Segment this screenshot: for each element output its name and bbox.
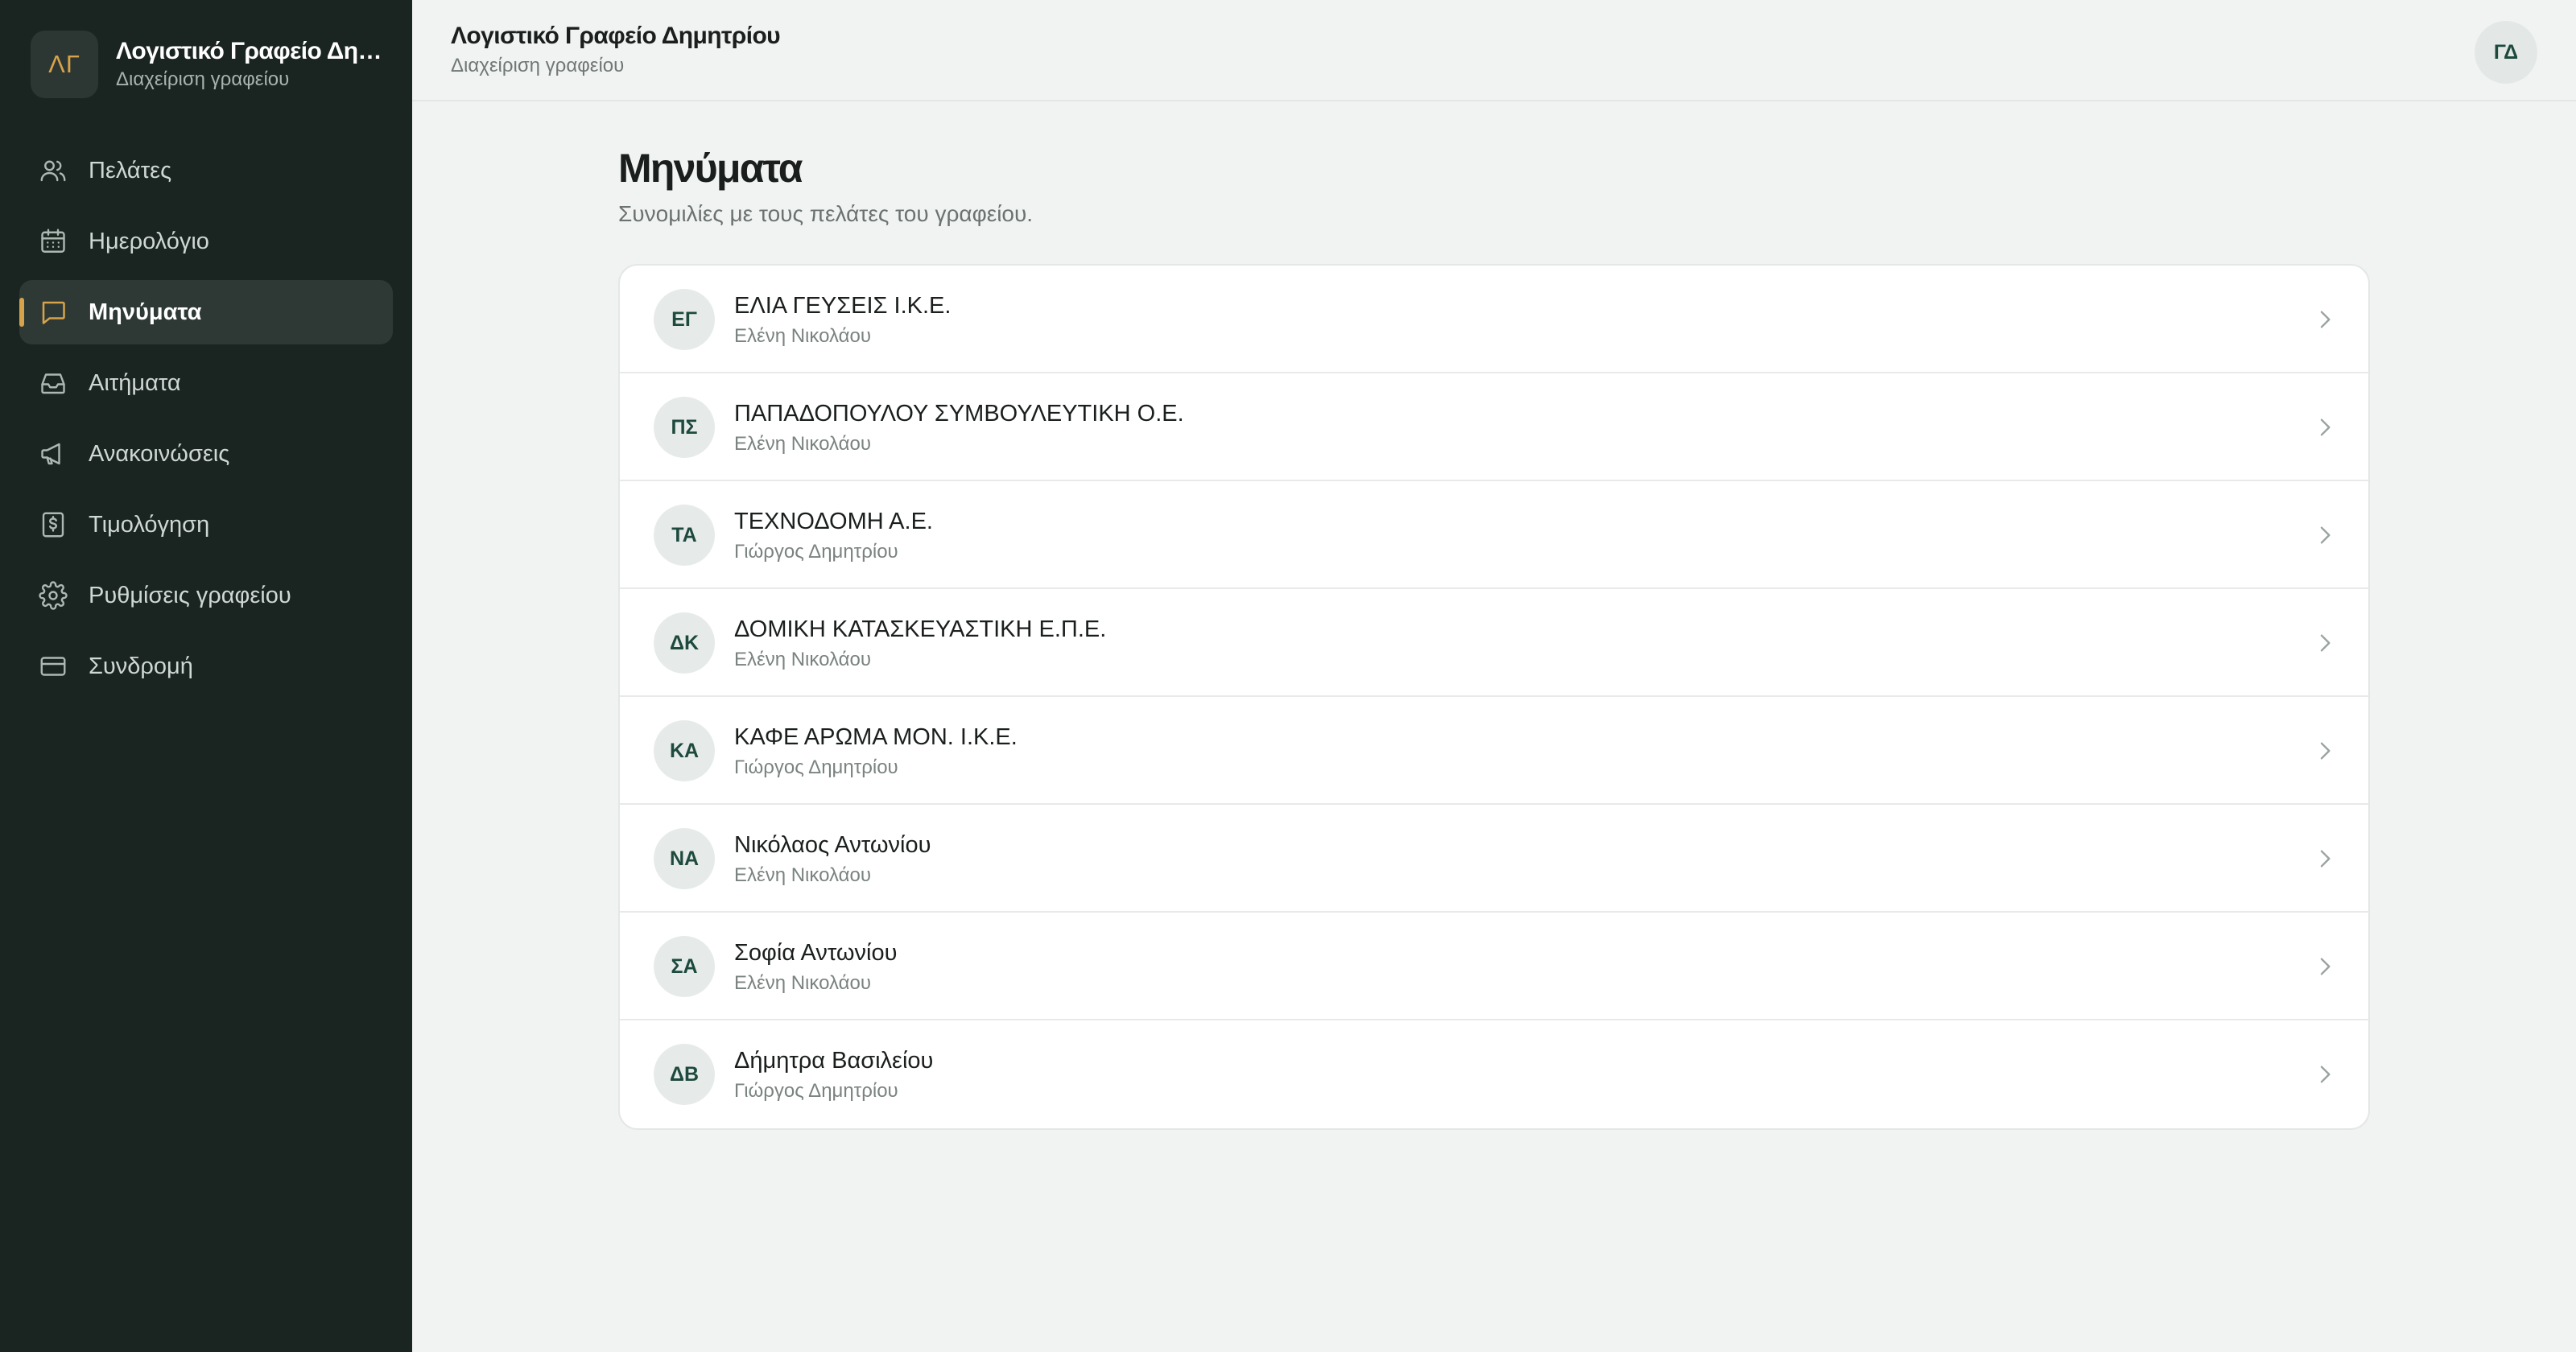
conversation-assignee: Ελένη Νικολάου <box>734 325 871 347</box>
gear-icon <box>39 581 68 610</box>
page-subtitle: Συνομιλίες με τους πελάτες του γραφείου. <box>618 201 1034 226</box>
conversation-row[interactable]: ΠΣ ΠΑΠΑΔΟΠΟΥΛΟΥ ΣΥΜΒΟΥΛΕΥΤΙΚΗ Ο.Ε. Ελένη… <box>620 373 2368 481</box>
sidebar-item-label: Τιμολόγηση <box>89 511 210 538</box>
conversation-name: Δήμητρα Βασιλείου <box>734 1048 934 1074</box>
chevron-right-icon <box>2312 630 2338 656</box>
conversation-row[interactable]: ΔΚ ΔΟΜΙΚΗ ΚΑΤΑΣΚΕΥΑΣΤΙΚΗ Ε.Π.Ε. Ελένη Νι… <box>620 589 2368 697</box>
conversation-name: ΚΑΦΕ ΑΡΩΜΑ ΜΟΝ. Ι.Κ.Ε. <box>734 724 1018 750</box>
chevron-right-icon <box>2312 414 2338 440</box>
header-subtitle: Διαχείριση γραφείου <box>451 55 625 76</box>
sidebar-nav: Πελάτες Ημερολόγιο Μηνύματα Αιτήματα Ανα… <box>19 138 393 705</box>
chevron-right-icon <box>2312 307 2338 332</box>
message-icon <box>39 298 68 327</box>
avatar: ΔΚ <box>654 612 715 674</box>
sidebar-item-announcements[interactable]: Ανακοινώσεις <box>19 422 393 486</box>
conversation-assignee: Ελένη Νικολάου <box>734 433 871 455</box>
brand-title: Λογιστικό Γραφείο Δημητρίου <box>116 38 390 64</box>
conversation-name: ΕΛΙΑ ΓΕΥΣΕΙΣ Ι.Κ.Ε. <box>734 293 952 319</box>
sidebar-item-office-settings[interactable]: Ρυθμίσεις γραφείου <box>19 563 393 628</box>
brand-logo: ΛΓ <box>31 31 98 98</box>
header-title: Λογιστικό Γραφείο Δημητρίου <box>451 23 781 49</box>
avatar: ΤΑ <box>654 505 715 566</box>
chevron-right-icon <box>2312 954 2338 979</box>
avatar: ΔΒ <box>654 1044 715 1105</box>
user-avatar[interactable]: ΓΔ <box>2475 21 2537 84</box>
chevron-right-icon <box>2312 1061 2338 1087</box>
conversation-assignee: Γιώργος Δημητρίου <box>734 1080 898 1102</box>
avatar: ΕΓ <box>654 289 715 350</box>
brand-text: Λογιστικό Γραφείο Δημητρίου Διαχείριση γ… <box>116 38 390 91</box>
avatar: ΠΣ <box>654 397 715 458</box>
sidebar-item-calendar[interactable]: Ημερολόγιο <box>19 209 393 274</box>
sidebar-item-clients[interactable]: Πελάτες <box>19 138 393 203</box>
conversation-row[interactable]: ΕΓ ΕΛΙΑ ΓΕΥΣΕΙΣ Ι.Κ.Ε. Ελένη Νικολάου <box>620 266 2368 373</box>
sidebar-item-label: Ημερολόγιο <box>89 228 209 254</box>
conversation-name: Σοφία Αντωνίου <box>734 940 898 966</box>
avatar: ΣΑ <box>654 936 715 997</box>
sidebar-item-label: Συνδρομή <box>89 653 193 679</box>
credit-card-icon <box>39 652 68 681</box>
conversation-row[interactable]: ΚΑ ΚΑΦΕ ΑΡΩΜΑ ΜΟΝ. Ι.Κ.Ε. Γιώργος Δημητρ… <box>620 697 2368 805</box>
conversation-assignee: Ελένη Νικολάου <box>734 864 871 886</box>
conversation-assignee: Γιώργος Δημητρίου <box>734 756 898 778</box>
conversation-row[interactable]: ΔΒ Δήμητρα Βασιλείου Γιώργος Δημητρίου <box>620 1020 2368 1128</box>
sidebar-item-label: Αιτήματα <box>89 369 181 396</box>
brand-subtitle: Διαχείριση γραφείου <box>116 68 290 90</box>
calendar-icon <box>39 227 68 256</box>
sidebar-item-messages[interactable]: Μηνύματα <box>19 280 393 344</box>
users-icon <box>39 156 68 185</box>
conversation-name: ΤΕΧΝΟΔΟΜΗ Α.Ε. <box>734 509 933 534</box>
sidebar: ΛΓ Λογιστικό Γραφείο Δημητρίου Διαχείρισ… <box>0 0 412 1352</box>
conversation-assignee: Ελένη Νικολάου <box>734 972 871 994</box>
conversation-row[interactable]: ΣΑ Σοφία Αντωνίου Ελένη Νικολάου <box>620 913 2368 1020</box>
sidebar-item-invoicing[interactable]: Τιμολόγηση <box>19 493 393 557</box>
chevron-right-icon <box>2312 522 2338 548</box>
page-title: Μηνύματα <box>618 146 803 191</box>
conversation-list: ΕΓ ΕΛΙΑ ΓΕΥΣΕΙΣ Ι.Κ.Ε. Ελένη Νικολάου ΠΣ… <box>618 264 2370 1130</box>
megaphone-icon <box>39 439 68 468</box>
sidebar-item-label: Ανακοινώσεις <box>89 440 230 467</box>
conversation-row[interactable]: ΤΑ ΤΕΧΝΟΔΟΜΗ Α.Ε. Γιώργος Δημητρίου <box>620 481 2368 589</box>
avatar: ΝΑ <box>654 828 715 889</box>
sidebar-item-label: Μηνύματα <box>89 299 202 325</box>
invoice-icon <box>39 510 68 539</box>
conversation-row[interactable]: ΝΑ Νικόλαος Αντωνίου Ελένη Νικολάου <box>620 805 2368 913</box>
chevron-right-icon <box>2312 738 2338 764</box>
sidebar-item-requests[interactable]: Αιτήματα <box>19 351 393 415</box>
conversation-assignee: Ελένη Νικολάου <box>734 649 871 670</box>
conversation-name: ΔΟΜΙΚΗ ΚΑΤΑΣΚΕΥΑΣΤΙΚΗ Ε.Π.Ε. <box>734 616 1107 642</box>
inbox-icon <box>39 369 68 398</box>
conversation-name: ΠΑΠΑΔΟΠΟΥΛΟΥ ΣΥΜΒΟΥΛΕΥΤΙΚΗ Ο.Ε. <box>734 401 1184 427</box>
sidebar-item-subscription[interactable]: Συνδρομή <box>19 634 393 699</box>
sidebar-item-label: Ρυθμίσεις γραφείου <box>89 582 291 608</box>
chevron-right-icon <box>2312 846 2338 872</box>
conversation-assignee: Γιώργος Δημητρίου <box>734 541 898 563</box>
top-header: Λογιστικό Γραφείο Δημητρίου Διαχείριση γ… <box>412 0 2576 101</box>
brand[interactable]: ΛΓ Λογιστικό Γραφείο Δημητρίου Διαχείρισ… <box>31 31 390 98</box>
conversation-name: Νικόλαος Αντωνίου <box>734 832 931 858</box>
avatar: ΚΑ <box>654 720 715 781</box>
sidebar-item-label: Πελάτες <box>89 157 172 183</box>
